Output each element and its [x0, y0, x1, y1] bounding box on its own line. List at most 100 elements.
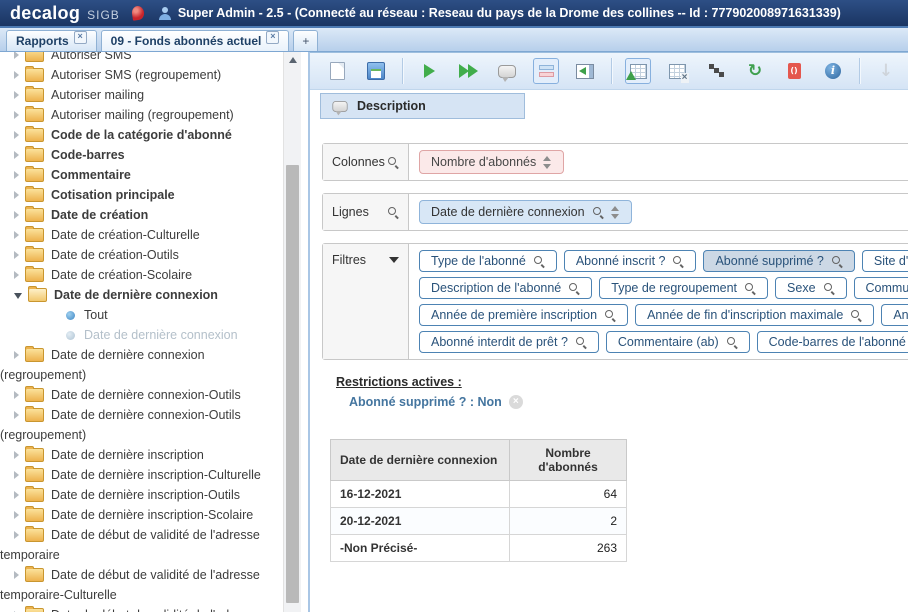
run-button[interactable]: [416, 58, 442, 84]
info-button[interactable]: i: [820, 58, 846, 84]
search-icon[interactable]: [533, 255, 545, 267]
field-chip[interactable]: Date de dernière connexion: [419, 200, 632, 224]
search-icon[interactable]: [726, 336, 738, 348]
sort-icon[interactable]: [543, 156, 552, 169]
search-icon[interactable]: [831, 255, 843, 267]
field-chip[interactable]: Type de regroupement: [599, 277, 768, 299]
tree-item[interactable]: Cotisation principale: [0, 186, 283, 206]
field-chip[interactable]: Commentaire (ab): [606, 331, 750, 353]
tree-item[interactable]: Date de dernière connexion: [0, 326, 283, 346]
scrollbar-thumb[interactable]: [286, 165, 299, 603]
tree-item[interactable]: Date de dernière connexion: [0, 286, 283, 306]
tree-item[interactable]: Date de début de validité de l'adresse t…: [0, 606, 283, 612]
tab-rapports[interactable]: Rapports: [6, 30, 97, 51]
links-button[interactable]: [703, 58, 729, 84]
tree-item[interactable]: Autoriser SMS: [0, 52, 283, 66]
import-table-button[interactable]: [625, 58, 651, 84]
table-delete-button[interactable]: [664, 58, 690, 84]
expand-icon[interactable]: [14, 231, 19, 239]
search-icon[interactable]: [604, 309, 616, 321]
tree-item[interactable]: Code de la catégorie d'abonné: [0, 126, 283, 146]
tree-item[interactable]: Date de création-Culturelle: [0, 226, 283, 246]
expand-icon[interactable]: [14, 251, 19, 259]
search-icon[interactable]: [592, 206, 604, 218]
expand-icon[interactable]: [14, 52, 19, 59]
search-icon[interactable]: [387, 156, 399, 168]
sort-icon[interactable]: [611, 206, 620, 219]
search-icon[interactable]: [744, 282, 756, 294]
tree-item[interactable]: Date de début de validité de l'adresse t…: [0, 566, 283, 606]
field-chip[interactable]: Description de l'abonné: [419, 277, 592, 299]
expand-icon[interactable]: [14, 91, 19, 99]
tree-item[interactable]: Date de dernière connexion-Outils: [0, 386, 283, 406]
tree-item[interactable]: Date de dernière connexion (regroupement…: [0, 346, 283, 386]
scroll-up-icon[interactable]: [284, 52, 301, 68]
error-report-button[interactable]: (): [781, 58, 807, 84]
tree-item[interactable]: Date de dernière connexion-Outils (regro…: [0, 406, 283, 446]
remove-restriction-icon[interactable]: [509, 395, 523, 409]
expand-icon[interactable]: [14, 191, 19, 199]
run-all-button[interactable]: [455, 58, 481, 84]
sidebar-scrollbar[interactable]: [283, 52, 301, 612]
field-chip[interactable]: Commune: [854, 277, 908, 299]
expand-icon[interactable]: [14, 491, 19, 499]
expand-icon[interactable]: [14, 511, 19, 519]
tree-item[interactable]: Date de dernière inscription-Culturelle: [0, 466, 283, 486]
expand-icon[interactable]: [14, 451, 19, 459]
field-chip[interactable]: Site d'appartenance: [862, 250, 908, 272]
tree-item[interactable]: Code-barres: [0, 146, 283, 166]
tree-item[interactable]: Date de dernière inscription-Outils: [0, 486, 283, 506]
field-chip[interactable]: Abonné supprimé ?: [703, 250, 854, 272]
expand-icon[interactable]: [14, 531, 19, 539]
field-chip[interactable]: Abonné interdit de prêt ?: [419, 331, 599, 353]
search-icon[interactable]: [672, 255, 684, 267]
field-chip[interactable]: Abonné inscrit ?: [564, 250, 697, 272]
expand-icon[interactable]: [14, 131, 19, 139]
field-chip[interactable]: Année de fin d'inscription maximale: [635, 304, 874, 326]
chevron-down-icon[interactable]: [389, 257, 399, 263]
search-icon[interactable]: [823, 282, 835, 294]
new-report-button[interactable]: [324, 58, 350, 84]
expand-icon[interactable]: [14, 411, 19, 419]
tree-item[interactable]: Commentaire: [0, 166, 283, 186]
search-icon[interactable]: [850, 309, 862, 321]
tree-item[interactable]: Autoriser mailing: [0, 86, 283, 106]
tree-item[interactable]: Autoriser mailing (regroupement): [0, 106, 283, 126]
expand-icon[interactable]: [14, 471, 19, 479]
expand-icon[interactable]: [14, 171, 19, 179]
expand-icon[interactable]: [14, 111, 19, 119]
expand-icon[interactable]: [14, 351, 19, 359]
field-chip[interactable]: Année de première inscription: [419, 304, 628, 326]
expand-icon[interactable]: [14, 71, 19, 79]
tab-description[interactable]: Description: [320, 93, 525, 119]
expand-icon[interactable]: [14, 151, 19, 159]
save-button[interactable]: [363, 58, 389, 84]
collapse-icon[interactable]: [14, 293, 22, 299]
tree-item[interactable]: Date de dernière inscription: [0, 446, 283, 466]
tree-item[interactable]: Date de début de validité de l'adresse t…: [0, 526, 283, 566]
field-chip[interactable]: Année du dernie: [881, 304, 908, 326]
collapse-panel-button[interactable]: [572, 58, 598, 84]
refresh-button[interactable]: ↻: [742, 58, 768, 84]
tab-close-icon[interactable]: [74, 31, 87, 44]
tree-item[interactable]: Date de dernière inscription-Scolaire: [0, 506, 283, 526]
expand-icon[interactable]: [14, 571, 19, 579]
expand-icon[interactable]: [14, 271, 19, 279]
layout-button[interactable]: [533, 58, 559, 84]
tree-item[interactable]: Date de création-Outils: [0, 246, 283, 266]
field-chip[interactable]: Type de l'abonné: [419, 250, 557, 272]
tree-item[interactable]: Date de création-Scolaire: [0, 266, 283, 286]
search-icon[interactable]: [575, 336, 587, 348]
field-chip[interactable]: Code-barres de l'abonné: [757, 331, 908, 353]
expand-icon[interactable]: [14, 391, 19, 399]
search-icon[interactable]: [568, 282, 580, 294]
field-chip[interactable]: Nombre d'abonnés: [419, 150, 564, 174]
search-icon[interactable]: [387, 206, 399, 218]
tree-item[interactable]: Tout: [0, 306, 283, 326]
comment-button[interactable]: [494, 58, 520, 84]
tab-close-icon[interactable]: [266, 31, 279, 44]
tab-fonds-abonnes-actuel[interactable]: 09 - Fonds abonnés actuel: [101, 30, 290, 51]
tree-item[interactable]: Date de création: [0, 206, 283, 226]
new-tab-button[interactable]: +: [293, 30, 318, 51]
tree-item[interactable]: Autoriser SMS (regroupement): [0, 66, 283, 86]
